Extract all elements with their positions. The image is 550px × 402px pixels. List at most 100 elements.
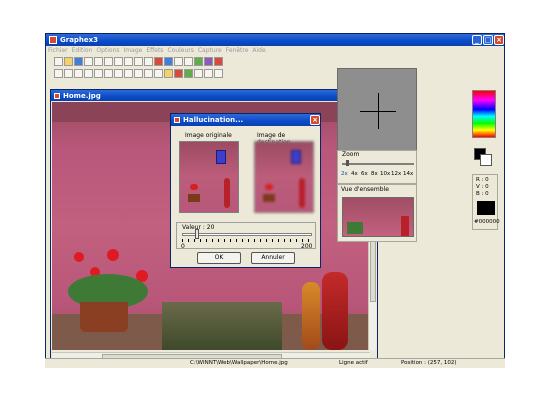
rotate-icon[interactable] [194, 56, 203, 66]
overview-chili [401, 216, 409, 236]
zoom-level[interactable]: 8x [371, 171, 378, 177]
diagonal-line-icon[interactable] [74, 68, 83, 78]
menu-window[interactable]: Fenêtre [226, 47, 249, 54]
navigator-panel [337, 68, 417, 153]
paste-icon[interactable] [124, 56, 133, 66]
document-icon [54, 92, 60, 99]
grid-icon[interactable] [214, 68, 223, 78]
cancel-button[interactable]: Annuler [251, 252, 295, 264]
eyedropper-icon[interactable] [174, 68, 183, 78]
close-button[interactable]: × [494, 35, 504, 45]
zoom-label: Zoom [342, 151, 360, 158]
circle-icon[interactable] [124, 68, 133, 78]
toolbar-drawing [46, 67, 504, 79]
slider-max-label: 200 [301, 243, 313, 250]
dialog-title: Hallucination... [183, 116, 244, 124]
color-values-panel: R : 0 V : 0 B : 0 #000000 [472, 174, 500, 230]
original-image-label: Image originale [185, 132, 232, 139]
zoom-slider[interactable] [342, 163, 414, 165]
blue-window [216, 150, 226, 164]
color-swatch[interactable] [474, 148, 492, 166]
zoom-level[interactable]: 14x [403, 171, 413, 177]
filled-rectangle-icon[interactable] [94, 68, 103, 78]
open-icon[interactable] [64, 56, 73, 66]
dialog-titlebar: Hallucination... × [171, 114, 320, 126]
zoom-level[interactable]: 4x [351, 171, 358, 177]
cut-icon[interactable] [104, 56, 113, 66]
red-value: R : 0 [476, 177, 489, 183]
overview-thumbnail[interactable] [342, 197, 414, 237]
pencil-icon[interactable] [164, 68, 173, 78]
menu-colors[interactable]: Couleurs [167, 47, 193, 54]
ellipse-icon[interactable] [114, 68, 123, 78]
print-icon[interactable] [154, 56, 163, 66]
status-mode: Ligne actif [339, 360, 368, 366]
slider-min-label: 0 [181, 243, 185, 250]
dialog-close-button[interactable]: × [310, 115, 320, 125]
current-color-preview [477, 201, 495, 215]
flower [74, 252, 84, 262]
spray-icon[interactable] [194, 68, 203, 78]
new-icon[interactable] [54, 56, 63, 66]
green-value: V : 0 [476, 184, 489, 190]
line-icon[interactable] [64, 68, 73, 78]
menu-image[interactable]: Image [124, 47, 143, 54]
rounded-rectangle-icon[interactable] [104, 68, 113, 78]
histogram-icon[interactable] [174, 56, 183, 66]
document-title: Home.jpg [63, 91, 101, 100]
status-bar: C:\WINNT\Web\Wallpaper\Home.jpg Ligne ac… [45, 358, 505, 368]
grass [162, 302, 282, 350]
redo-icon[interactable] [94, 56, 103, 66]
zoom-level[interactable]: 10x [380, 171, 390, 177]
screen-icon[interactable] [164, 56, 173, 66]
menu-edit[interactable]: Edition [72, 47, 93, 54]
zoom-level[interactable]: 12x [391, 171, 401, 177]
flower-pot [188, 194, 200, 202]
resize-icon[interactable] [184, 56, 193, 66]
minimize-button[interactable]: _ [472, 35, 482, 45]
flower-pot [80, 302, 128, 332]
copy-icon[interactable] [114, 56, 123, 66]
maximize-button[interactable]: □ [483, 35, 493, 45]
value-slider[interactable] [182, 233, 312, 236]
save-icon[interactable] [74, 56, 83, 66]
color-palette[interactable] [472, 90, 496, 138]
status-position: Position : (257, 102) [401, 360, 457, 366]
zoom-thumb[interactable] [346, 160, 349, 166]
fill-icon[interactable] [154, 68, 163, 78]
zoom-panel: Zoom 2x 4x 6x 8x 10x 12x 14x [337, 150, 417, 184]
eraser-icon[interactable] [204, 68, 213, 78]
background-color[interactable] [480, 154, 492, 166]
overview-flowers [347, 222, 363, 234]
slider-thumb[interactable] [194, 229, 199, 239]
text-icon[interactable] [144, 68, 153, 78]
format-icon[interactable] [144, 56, 153, 66]
zoom-level[interactable]: 2x [341, 171, 348, 177]
rectangle-icon[interactable] [84, 68, 93, 78]
undo-icon[interactable] [84, 56, 93, 66]
flower [265, 184, 273, 190]
blue-window [291, 150, 301, 164]
overview-panel: Vue d'ensemble [337, 184, 417, 242]
flower [107, 249, 119, 261]
document-titlebar: Home.jpg _ □ × [51, 90, 377, 101]
destination-image-preview [254, 141, 314, 213]
flower-pot [263, 194, 275, 202]
ok-button[interactable]: OK [197, 252, 241, 264]
status-file-path: C:\WINNT\Web\Wallpaper\Home.jpg [190, 360, 288, 366]
menu-options[interactable]: Options [96, 47, 119, 54]
menu-capture[interactable]: Capture [198, 47, 222, 54]
app-title: Graphex3 [60, 36, 99, 44]
brush-icon[interactable] [184, 68, 193, 78]
zoom-level[interactable]: 6x [361, 171, 368, 177]
curve-icon[interactable] [134, 56, 143, 66]
effects-icon[interactable] [204, 56, 213, 66]
chili-ristra [302, 282, 320, 350]
filled-circle-icon[interactable] [134, 68, 143, 78]
menu-file[interactable]: Fichier [48, 47, 68, 54]
select-icon[interactable] [54, 68, 63, 78]
blue-value: B : 0 [476, 191, 489, 197]
color-icon[interactable] [214, 56, 223, 66]
menu-effects[interactable]: Effets [146, 47, 163, 54]
menu-help[interactable]: Aide [252, 47, 265, 54]
